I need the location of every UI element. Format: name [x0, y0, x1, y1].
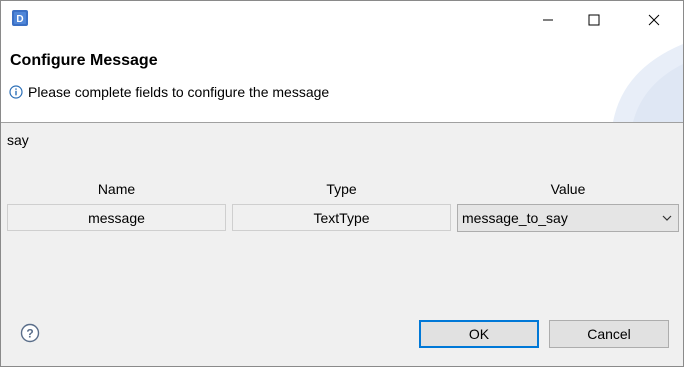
help-icon[interactable]: ? — [20, 323, 40, 343]
dialog-title: Configure Message — [10, 52, 158, 69]
dialog-header: Configure Message Please complete fields… — [1, 39, 683, 122]
param-name-field: message — [7, 204, 226, 231]
svg-text:D: D — [16, 14, 23, 25]
param-value-selected: message_to_say — [462, 210, 568, 226]
header-separator — [1, 122, 683, 123]
svg-text:?: ? — [26, 327, 33, 341]
configure-message-dialog: D Configure Message Please complete fiel… — [0, 0, 684, 367]
close-button[interactable] — [631, 1, 677, 39]
column-header-type: Type — [326, 181, 357, 197]
minimize-button[interactable] — [525, 1, 571, 39]
message-name-label: say — [7, 132, 29, 148]
cancel-button[interactable]: Cancel — [549, 320, 669, 348]
maximize-button[interactable] — [571, 1, 617, 39]
close-icon — [648, 14, 660, 26]
maximize-icon — [588, 14, 600, 26]
ok-button[interactable]: OK — [419, 320, 539, 348]
param-value-dropdown[interactable]: message_to_say — [457, 204, 679, 232]
header-decoration — [613, 44, 683, 122]
info-icon — [9, 85, 23, 99]
column-header-value: Value — [550, 181, 586, 197]
title-bar: D — [1, 1, 683, 39]
column-header-name: Name — [97, 181, 136, 197]
info-text: Please complete fields to configure the … — [28, 84, 330, 100]
chevron-down-icon — [662, 215, 672, 221]
param-type-field: TextType — [232, 204, 451, 231]
info-message: Please complete fields to configure the … — [9, 84, 329, 100]
minimize-icon — [543, 19, 553, 21]
app-logo-icon: D — [12, 10, 28, 26]
